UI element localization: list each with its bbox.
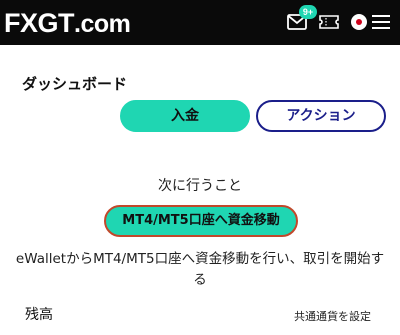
deposit-button[interactable]: 入金 <box>120 100 250 132</box>
next-step-description: eWalletからMT4/MT5口座へ資金移動を行い、取引を開始する <box>15 251 385 288</box>
logo-dotcom: .com <box>74 10 131 38</box>
page-title: ダッシュボード <box>22 75 128 93</box>
logo-t: T <box>58 8 75 38</box>
notification-badge: 9+ <box>299 5 317 19</box>
fxgt-logo[interactable]: FXGT.com <box>4 6 131 41</box>
action-button[interactable]: アクション <box>256 100 386 132</box>
logo-g: G <box>37 8 59 38</box>
ticket-icon[interactable] <box>318 14 340 30</box>
next-step-label: 次に行うこと <box>158 178 242 194</box>
flag-icon[interactable] <box>351 14 367 30</box>
logo-fx: FX <box>4 8 38 38</box>
set-currency-link[interactable]: 共通通貨を設定 <box>294 308 371 324</box>
menu-icon[interactable] <box>371 12 391 32</box>
transfer-funds-button[interactable]: MT4/MT5口座へ資金移動 <box>104 205 298 237</box>
balance-label: 残高 <box>25 307 53 323</box>
top-bar: FXGT.com 9+ <box>0 0 400 45</box>
